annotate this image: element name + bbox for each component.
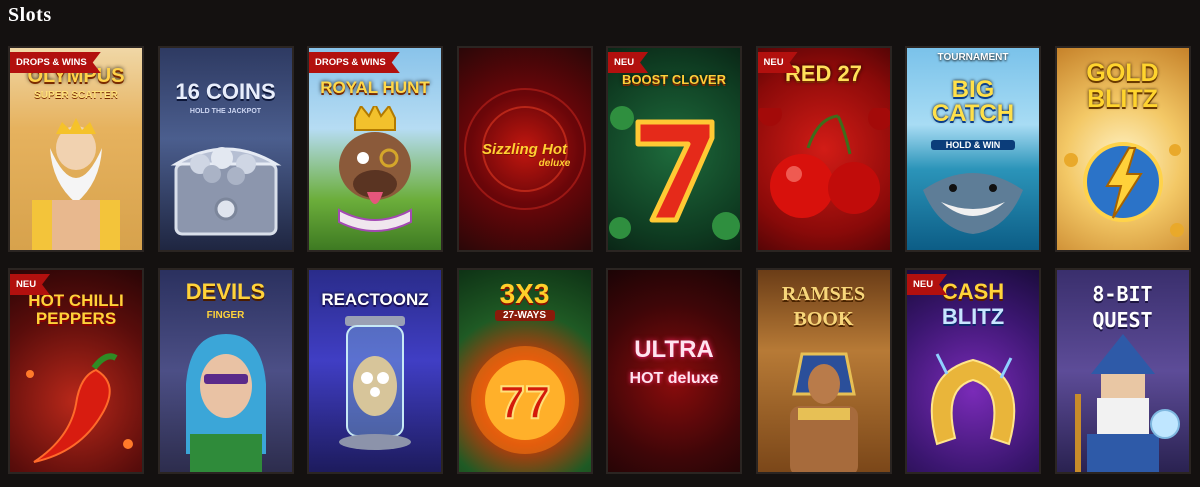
game-subtitle: deluxe [538, 158, 571, 169]
game-title: 16 COINS [175, 79, 276, 104]
game-subtitle: BOOK [793, 308, 854, 330]
pixel-wizard-art [1074, 334, 1180, 472]
game-title: 3X3 [499, 278, 550, 309]
game-title: ROYAL HUNT [320, 78, 430, 97]
svg-text:77: 77 [499, 376, 550, 428]
game-tile-devils-finger[interactable]: DEVILS FINGER [157, 268, 294, 474]
game-subtitle: HOLD THE JACKPOT [189, 108, 262, 115]
horseshoe-art [930, 353, 1016, 446]
chili-pepper-art [26, 353, 133, 463]
game-title: RAMSES [781, 283, 866, 305]
game-subtitle: 27-WAYS [494, 310, 555, 321]
game-title: DEVILS [185, 279, 266, 304]
game-subtitle: HOLD & WIN [931, 140, 1015, 150]
drops-wins-badge: DROPS & WINS [309, 52, 400, 73]
game-title: ULTRA [634, 336, 714, 363]
section-title: Slots [8, 4, 52, 26]
game-tile-royal-hunt[interactable]: DROPS & WINS ROYAL HUNT [307, 46, 443, 252]
game-title: 8-BIT [1092, 282, 1153, 306]
new-badge: NEU [10, 274, 50, 295]
pharaoh-art [789, 352, 858, 472]
shark-art [923, 173, 1023, 234]
new-badge: NEU [608, 52, 648, 73]
drops-wins-badge: DROPS & WINS [10, 52, 101, 73]
game-tile-ultra-hot-deluxe[interactable]: ULTRA HOT deluxe [606, 268, 742, 474]
game-title: BOOST CLOVER [621, 72, 726, 87]
game-tile-boost-clover[interactable]: NEU BOOST CLOVER [606, 46, 742, 252]
fire-sevens-art: 77 [470, 346, 579, 454]
game-tile-sizzling-hot[interactable]: Sizzling Hot deluxe [456, 46, 593, 252]
seven-art [609, 106, 740, 240]
game-title: HOT CHILLI PEPPERS [28, 291, 124, 328]
game-tile-olympus[interactable]: DROPS & WINS OLYMPUS SUPER SCATTER [8, 46, 144, 252]
game-tile-hot-chilli-peppers[interactable]: NEU HOT CHILLI PEPPERS [8, 268, 144, 474]
game-tile-3x3-27-ways[interactable]: 3X3 27-WAYS 77 [456, 268, 593, 474]
game-tile-16-coins[interactable]: 16 COINS HOLD THE JACKPOT [157, 46, 294, 252]
game-title: REACTOONZ [321, 290, 429, 309]
game-title: Sizzling Hot [482, 141, 567, 158]
game-title: BIG CATCH [931, 76, 1015, 127]
game-tile-reactoonz[interactable]: REACTOONZ [307, 268, 443, 474]
game-tile-ramses-book[interactable]: RAMSES BOOK [755, 268, 892, 474]
game-subtitle: BLITZ [941, 304, 1005, 329]
game-subtitle: SUPER SCATTER [34, 90, 118, 101]
game-tile-cash-blitz[interactable]: NEU CASH BLITZ [905, 268, 1041, 474]
zeus-art [32, 118, 120, 250]
game-subtitle: FINGER [206, 310, 245, 321]
game-tile-red-27[interactable]: NEU RED 27 [755, 46, 892, 252]
rocker-character-art [185, 334, 266, 472]
game-subtitle: HOT deluxe [629, 370, 719, 387]
lightning-bolt-art [1063, 142, 1184, 237]
alien-jar-art [339, 316, 411, 450]
cherries-art [757, 108, 890, 218]
game-tile-gold-blitz[interactable]: GOLD BLITZ [1054, 46, 1191, 252]
game-subtitle: QUEST [1092, 308, 1153, 332]
game-tile-8-bit-quest[interactable]: 8-BIT QUEST [1054, 268, 1191, 474]
dog-king-art [338, 106, 412, 232]
slots-grid: DROPS & WINS OLYMPUS SUPER SCATTER 16 CO… [8, 46, 1191, 474]
tournament-label: TOURNAMENT [937, 52, 1009, 63]
game-title: GOLD BLITZ [1086, 59, 1159, 113]
treasure-chest-art [170, 147, 281, 236]
game-tile-big-catch[interactable]: TOURNAMENT BIG CATCH HOLD & WIN [905, 46, 1041, 252]
